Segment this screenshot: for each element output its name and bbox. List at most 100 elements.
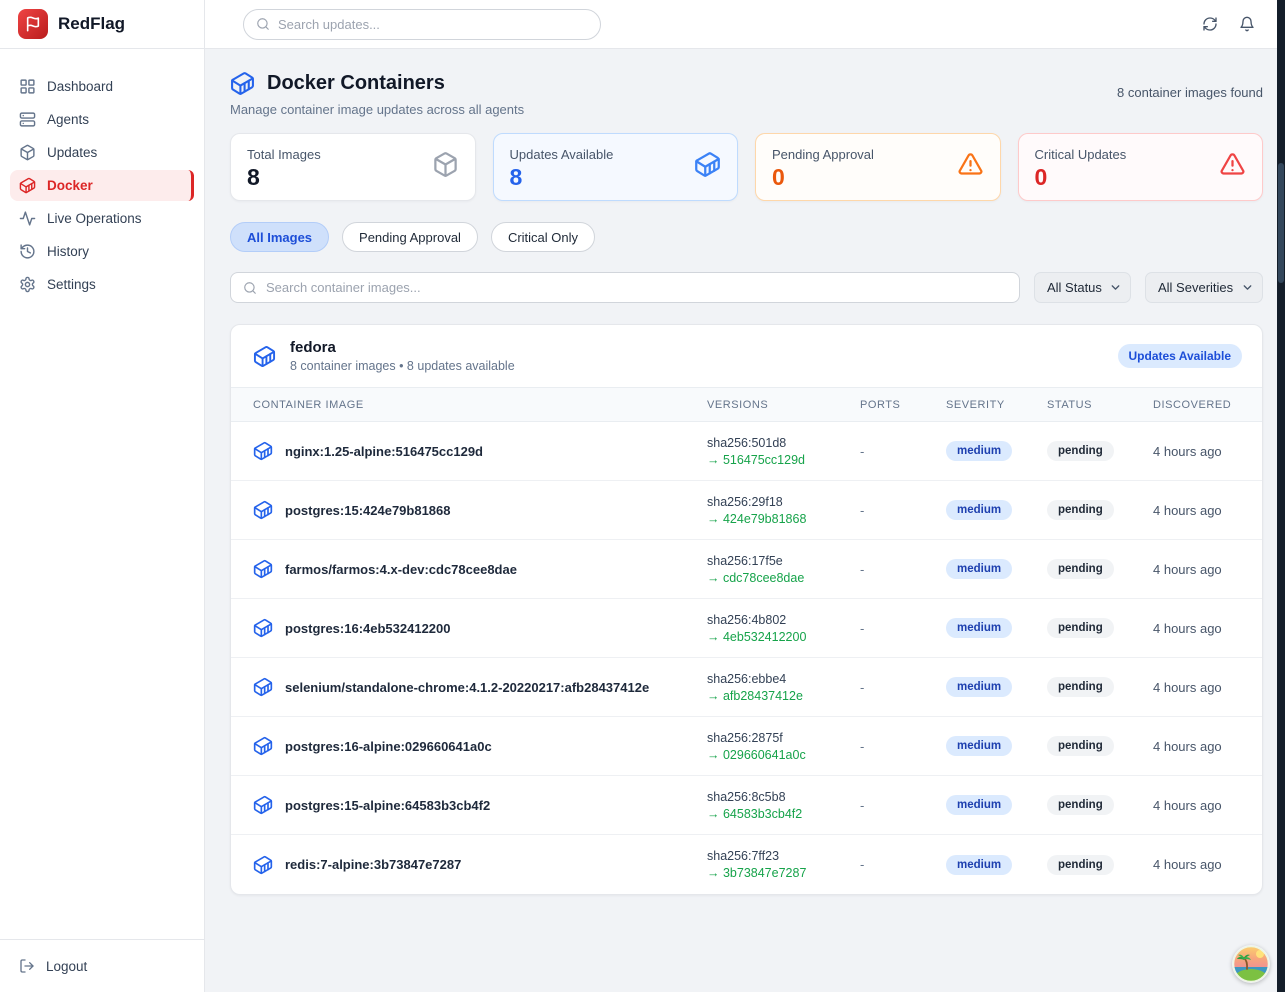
- col-ports: Ports: [860, 399, 946, 411]
- main-area: Docker Containers Manage container image…: [205, 0, 1285, 992]
- sidebar-item-docker[interactable]: Docker: [10, 170, 194, 201]
- filter-row: All Status All Severities: [230, 272, 1263, 303]
- stat-value: 0: [1035, 164, 1127, 191]
- sidebar-item-label: Agents: [47, 112, 89, 127]
- discovered-time: 4 hours ago: [1153, 621, 1246, 636]
- discovered-time: 4 hours ago: [1153, 680, 1246, 695]
- table-row[interactable]: farmos/farmos:4.x-dev:cdc78cee8dae sha25…: [231, 540, 1262, 599]
- sidebar-item-dashboard[interactable]: Dashboard: [10, 71, 194, 102]
- sidebar-item-label: History: [47, 244, 89, 259]
- container-image-name: selenium/standalone-chrome:4.1.2-2022021…: [285, 680, 649, 695]
- sidebar-item-updates[interactable]: Updates: [10, 137, 194, 168]
- scrollbar-thumb[interactable]: [1278, 163, 1284, 283]
- sidebar-item-live-operations[interactable]: Live Operations: [10, 203, 194, 234]
- container-icon: [253, 618, 273, 638]
- refresh-icon[interactable]: [1202, 16, 1218, 32]
- container-image-name: redis:7-alpine:3b73847e7287: [285, 857, 461, 872]
- version-current: sha256:7ff23: [707, 849, 860, 863]
- search-icon: [256, 17, 270, 31]
- image-search-input[interactable]: [266, 280, 1007, 295]
- container-image-name: farmos/farmos:4.x-dev:cdc78cee8dae: [285, 562, 517, 577]
- severity-badge: medium: [946, 855, 1012, 875]
- stat-value: 8: [247, 164, 321, 191]
- col-versions: Versions: [707, 399, 860, 411]
- island-extension-button[interactable]: [1232, 945, 1270, 983]
- table-row[interactable]: postgres:15:424e79b81868 sha256:29f18 → …: [231, 481, 1262, 540]
- sidebar-item-label: Docker: [47, 178, 93, 193]
- table-row[interactable]: selenium/standalone-chrome:4.1.2-2022021…: [231, 658, 1262, 717]
- image-search[interactable]: [230, 272, 1020, 303]
- sidebar-item-agents[interactable]: Agents: [10, 104, 194, 135]
- container-icon: [253, 677, 273, 697]
- ports-value: -: [860, 503, 946, 518]
- images-found-count: 8 container images found: [1117, 71, 1263, 100]
- tab-all-images[interactable]: All Images: [230, 222, 329, 252]
- page-content: Docker Containers Manage container image…: [205, 49, 1285, 992]
- stat-label: Total Images: [247, 147, 321, 162]
- container-icon: [230, 71, 255, 96]
- history-clock-icon: [19, 243, 36, 260]
- filter-tabs: All Images Pending Approval Critical Onl…: [230, 222, 1263, 252]
- status-badge: pending: [1047, 795, 1114, 815]
- ports-value: -: [860, 857, 946, 872]
- table-row[interactable]: nginx:1.25-alpine:516475cc129d sha256:50…: [231, 422, 1262, 481]
- tab-pending-approval[interactable]: Pending Approval: [342, 222, 478, 252]
- status-select[interactable]: All Status: [1034, 272, 1131, 303]
- version-current: sha256:29f18: [707, 495, 860, 509]
- package-icon: [19, 144, 36, 161]
- container-icon: [253, 736, 273, 756]
- container-image-name: postgres:15:424e79b81868: [285, 503, 451, 518]
- discovered-time: 4 hours ago: [1153, 444, 1246, 459]
- version-current: sha256:2875f: [707, 731, 860, 745]
- version-update: → 3b73847e7287: [707, 866, 860, 880]
- version-current: sha256:501d8: [707, 436, 860, 450]
- brand-header: RedFlag: [0, 0, 204, 49]
- discovered-time: 4 hours ago: [1153, 739, 1246, 754]
- redflag-logo-icon: [18, 9, 48, 39]
- updates-available-badge: Updates Available: [1118, 344, 1242, 368]
- sidebar-item-history[interactable]: History: [10, 236, 194, 267]
- version-update: → 516475cc129d: [707, 453, 860, 467]
- global-search[interactable]: [243, 9, 601, 40]
- table-row[interactable]: postgres:16:4eb532412200 sha256:4b802 → …: [231, 599, 1262, 658]
- version-update: → cdc78cee8dae: [707, 571, 860, 585]
- stat-value: 8: [510, 164, 614, 191]
- stat-label: Pending Approval: [772, 147, 874, 162]
- severity-badge: medium: [946, 441, 1012, 461]
- page-subtitle: Manage container image updates across al…: [230, 102, 524, 117]
- global-search-input[interactable]: [278, 17, 588, 32]
- severity-badge: medium: [946, 559, 1012, 579]
- table-row[interactable]: redis:7-alpine:3b73847e7287 sha256:7ff23…: [231, 835, 1262, 894]
- logout-icon: [19, 958, 35, 974]
- container-image-name: postgres:16-alpine:029660641a0c: [285, 739, 492, 754]
- tab-critical-only[interactable]: Critical Only: [491, 222, 595, 252]
- status-badge: pending: [1047, 618, 1114, 638]
- version-current: sha256:4b802: [707, 613, 860, 627]
- discovered-time: 4 hours ago: [1153, 798, 1246, 813]
- table-row[interactable]: postgres:15-alpine:64583b3cb4f2 sha256:8…: [231, 776, 1262, 835]
- status-badge: pending: [1047, 500, 1114, 520]
- severity-badge: medium: [946, 736, 1012, 756]
- ports-value: -: [860, 739, 946, 754]
- table-row[interactable]: postgres:16-alpine:029660641a0c sha256:2…: [231, 717, 1262, 776]
- severity-select[interactable]: All Severities: [1145, 272, 1263, 303]
- stat-card-critical-updates: Critical Updates 0: [1018, 133, 1264, 201]
- sidebar-item-settings[interactable]: Settings: [10, 269, 194, 300]
- sidebar-item-label: Dashboard: [47, 79, 113, 94]
- gear-icon: [19, 276, 36, 293]
- table-header: Container Image Versions Ports Severity …: [231, 387, 1262, 422]
- version-update: → 4eb532412200: [707, 630, 860, 644]
- severity-filter: All Severities: [1145, 272, 1263, 303]
- logout-button[interactable]: Logout: [10, 950, 194, 982]
- container-image-name: nginx:1.25-alpine:516475cc129d: [285, 444, 483, 459]
- bell-icon[interactable]: [1239, 16, 1255, 32]
- package-icon: [432, 151, 459, 183]
- col-container-image: Container Image: [253, 399, 707, 411]
- discovered-time: 4 hours ago: [1153, 503, 1246, 518]
- sidebar-nav: Dashboard Agents Updates Docker Live Ope…: [0, 49, 204, 939]
- col-severity: Severity: [946, 399, 1047, 411]
- stat-card-updates-available: Updates Available 8: [493, 133, 739, 201]
- logout-label: Logout: [46, 959, 87, 974]
- container-icon: [19, 177, 36, 194]
- page-scrollbar[interactable]: [1277, 0, 1285, 992]
